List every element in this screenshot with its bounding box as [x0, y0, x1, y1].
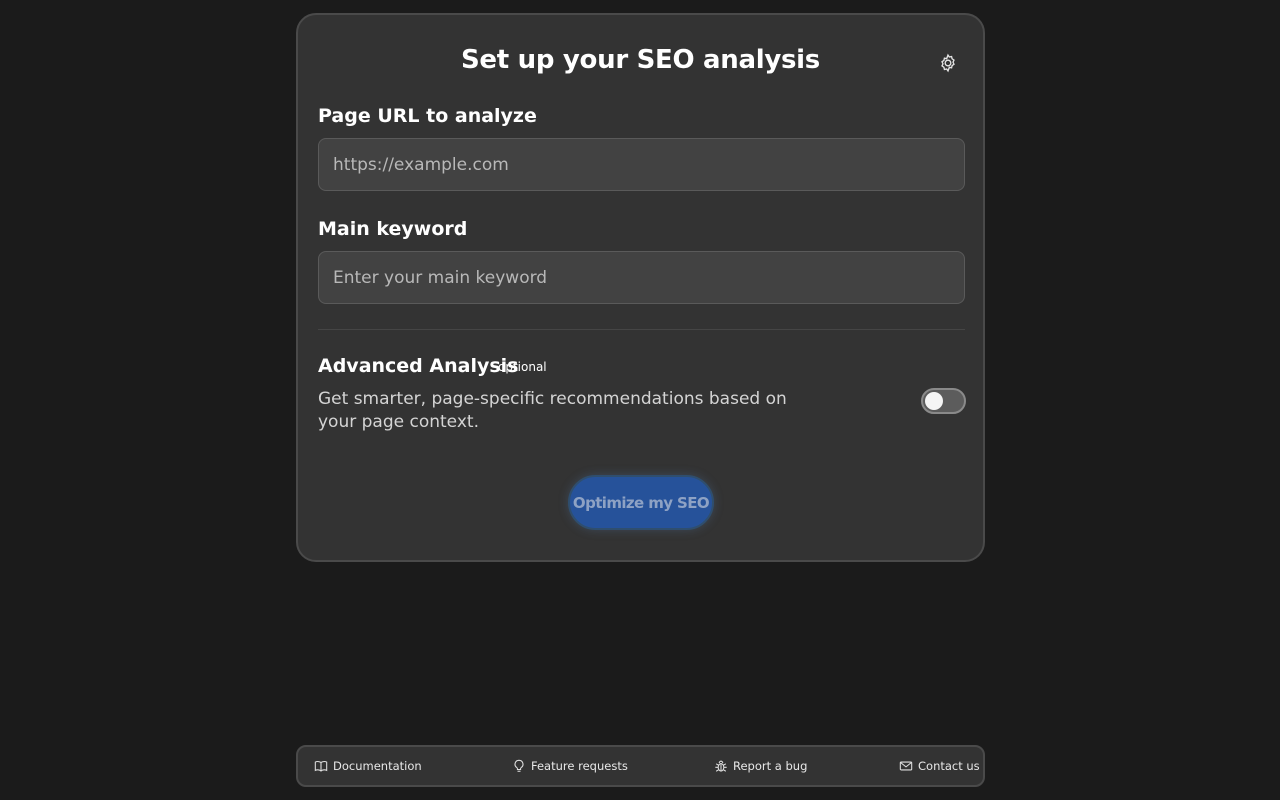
url-input[interactable] — [318, 138, 965, 191]
keyword-input[interactable] — [318, 251, 965, 304]
report-bug-link[interactable]: Report a bug — [714, 747, 807, 785]
toggle-knob — [925, 392, 943, 410]
book-icon — [314, 760, 328, 772]
footer-bar: Documentation Feature requests Report a … — [296, 745, 985, 787]
page-title: Set up your SEO analysis — [461, 45, 820, 75]
feature-requests-label: Feature requests — [531, 759, 628, 773]
seo-setup-card: Set up your SEO analysis Page URL to ana… — [296, 13, 985, 562]
contact-us-link[interactable]: Contact us — [899, 747, 980, 785]
documentation-link[interactable]: Documentation — [314, 747, 422, 785]
contact-us-label: Contact us — [918, 759, 980, 773]
mail-icon — [899, 761, 913, 771]
documentation-label: Documentation — [333, 759, 422, 773]
optional-badge: optional — [498, 360, 547, 374]
advanced-analysis-title: Advanced Analysis — [318, 355, 519, 377]
gear-icon[interactable] — [938, 53, 958, 73]
keyword-field-label: Main keyword — [318, 218, 468, 240]
lightbulb-icon — [514, 759, 524, 772]
report-bug-label: Report a bug — [733, 759, 808, 773]
optimize-seo-button[interactable]: Optimize my SEO — [568, 475, 714, 530]
advanced-analysis-description: Get smarter, page-specific recommendatio… — [318, 389, 787, 432]
section-divider — [318, 329, 965, 330]
url-field-label: Page URL to analyze — [318, 105, 537, 127]
advanced-analysis-toggle[interactable] — [921, 388, 966, 414]
bug-icon — [715, 760, 727, 772]
feature-requests-link[interactable]: Feature requests — [512, 747, 628, 785]
